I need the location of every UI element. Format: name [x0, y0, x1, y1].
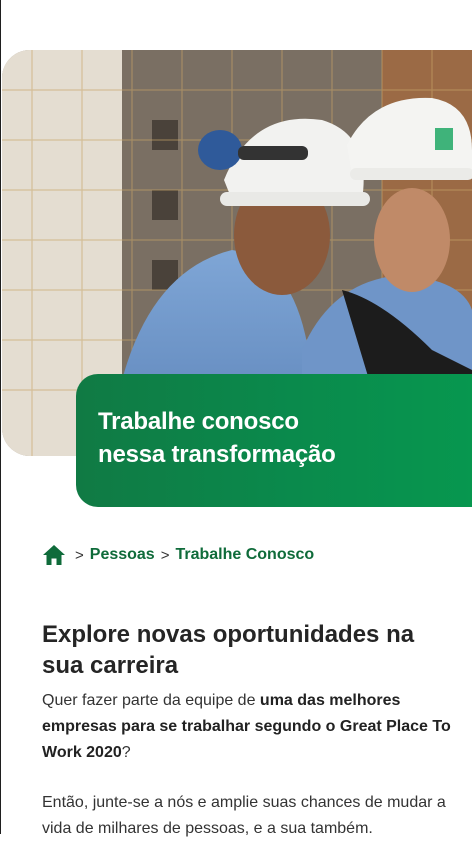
breadcrumb-item-pessoas[interactable]: Pessoas — [90, 546, 155, 564]
home-icon[interactable] — [42, 544, 66, 566]
hero-title: Trabalhe conosco nessa transformação — [98, 405, 428, 471]
intro-text: Quer fazer parte da equipe de — [42, 692, 260, 709]
section-heading: Explore novas oportunidades na sua carre… — [42, 621, 415, 679]
body-paragraph: Então, junte-se a nós e amplie suas chan… — [42, 794, 446, 837]
breadcrumb-item-trabalhe-conosco[interactable]: Trabalhe Conosco — [175, 546, 314, 564]
breadcrumb-separator: > — [160, 546, 170, 564]
breadcrumb: > Pessoas > Trabalhe Conosco — [42, 540, 320, 570]
hero-title-line2: nessa transformação — [98, 441, 336, 468]
intro-paragraph: Quer fazer parte da equipe de uma das me… — [42, 688, 462, 766]
hero-title-line1: Trabalhe conosco — [98, 408, 299, 435]
intro-suffix: ? — [121, 744, 131, 761]
page-left-border — [0, 0, 1, 834]
breadcrumb-separator: > — [75, 546, 84, 564]
